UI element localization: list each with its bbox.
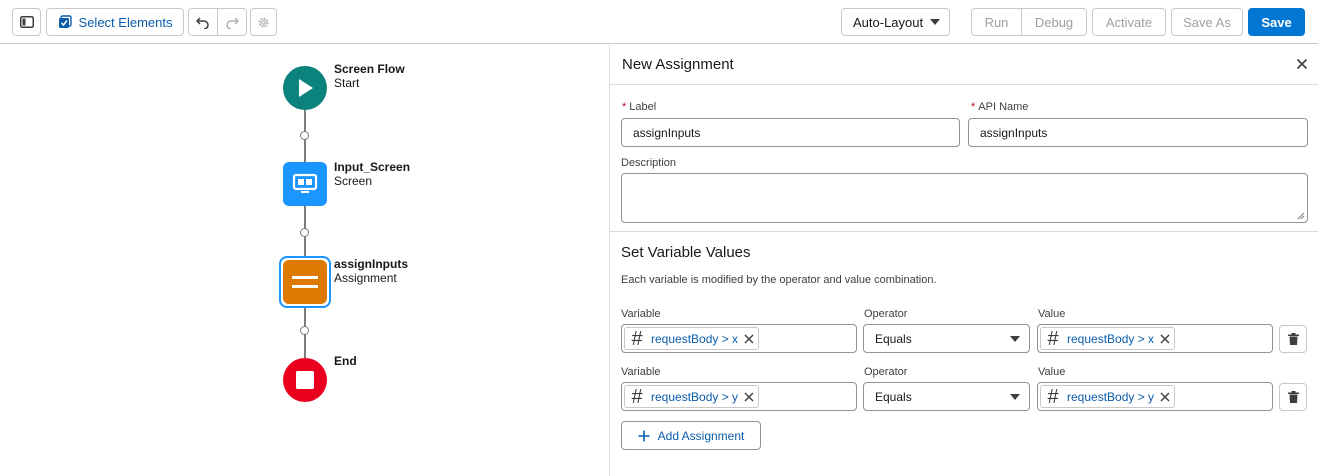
play-icon <box>299 79 313 97</box>
add-element-dot[interactable] <box>300 228 309 237</box>
settings-button[interactable] <box>250 8 277 36</box>
label-field-text: Label <box>629 101 657 113</box>
variable-field[interactable]: # requestBody > y <box>621 382 857 411</box>
node-title: assignInputs <box>334 257 409 271</box>
value-pill[interactable]: # requestBody > x <box>1040 327 1176 350</box>
operator-label: Operator <box>864 366 908 378</box>
value-value: requestBody > y <box>1067 389 1155 404</box>
toggle-panel-button[interactable] <box>12 8 41 36</box>
section-divider <box>610 231 1318 232</box>
add-element-dot[interactable] <box>300 326 309 335</box>
node-subtitle: Screen <box>334 174 373 188</box>
add-assignment-button[interactable]: Add Assignment <box>621 421 761 450</box>
remove-icon[interactable] <box>744 334 754 344</box>
screen-icon <box>292 173 318 193</box>
api-name-field-text: API Name <box>978 101 1029 113</box>
value-label: Value <box>1038 366 1066 378</box>
section-title: Set Variable Values <box>621 244 751 261</box>
node-subtitle: Start <box>334 76 360 90</box>
auto-layout-select[interactable]: Auto-Layout <box>841 8 950 36</box>
number-icon: # <box>631 327 643 350</box>
variable-value: requestBody > y <box>651 389 739 404</box>
label-field-label: * Label <box>622 101 657 113</box>
equals-icon <box>292 276 318 288</box>
chevron-down-icon <box>1010 394 1020 400</box>
value-field[interactable]: # requestBody > x <box>1037 324 1273 353</box>
delete-row-button[interactable] <box>1279 325 1307 353</box>
api-name-field-label: * API Name <box>971 101 1029 113</box>
screen-node[interactable] <box>283 162 327 206</box>
panel-title: New Assignment <box>622 56 734 73</box>
operator-value: Equals <box>875 389 912 404</box>
variable-pill[interactable]: # requestBody > y <box>624 385 760 408</box>
remove-icon[interactable] <box>744 392 754 402</box>
undo-button[interactable] <box>188 8 218 36</box>
auto-layout-label: Auto-Layout <box>853 14 924 30</box>
select-elements-label: Select Elements <box>78 14 173 30</box>
plus-icon <box>638 430 650 441</box>
variable-label: Variable <box>621 366 661 378</box>
chevron-down-icon <box>930 19 940 25</box>
select-elements-button[interactable]: Select Elements <box>46 8 184 36</box>
assignment-node[interactable] <box>279 256 331 308</box>
description-textarea[interactable] <box>621 173 1308 223</box>
remove-icon[interactable] <box>1160 392 1170 402</box>
trash-icon <box>1287 391 1299 403</box>
label-input[interactable]: assignInputs <box>621 118 960 147</box>
select-elements-icon <box>58 15 72 28</box>
screen-node-label: Input_Screen Screen <box>334 160 410 188</box>
variable-label: Variable <box>621 308 661 320</box>
value-label: Value <box>1038 308 1066 320</box>
delete-row-button[interactable] <box>1279 383 1307 411</box>
close-icon[interactable] <box>1294 56 1310 72</box>
run-button[interactable]: Run <box>971 8 1022 36</box>
gear-icon <box>258 17 269 27</box>
operator-label: Operator <box>864 308 908 320</box>
redo-icon <box>226 16 239 29</box>
value-field[interactable]: # requestBody > y <box>1037 382 1273 411</box>
save-button[interactable]: Save <box>1248 8 1305 36</box>
description-field-label: Description <box>621 157 677 169</box>
api-name-input[interactable]: assignInputs <box>968 118 1308 147</box>
undo-icon <box>196 16 209 29</box>
add-assignment-label: Add Assignment <box>657 428 745 443</box>
node-title: End <box>334 354 357 368</box>
resize-handle-icon[interactable] <box>1297 212 1305 220</box>
chevron-down-icon <box>1010 336 1020 342</box>
debug-button[interactable]: Debug <box>1021 8 1087 36</box>
number-icon: # <box>1047 385 1059 408</box>
start-node-label: Screen Flow Start <box>334 62 405 90</box>
add-element-dot[interactable] <box>300 131 309 140</box>
end-node[interactable] <box>283 358 327 402</box>
node-title: Input_Screen <box>334 160 411 174</box>
end-node-label: End <box>334 354 357 368</box>
value-value: requestBody > x <box>1067 331 1155 346</box>
assignment-node-label: assignInputs Assignment <box>334 257 408 285</box>
assignment-node-body <box>283 260 327 304</box>
value-pill[interactable]: # requestBody > y <box>1040 385 1176 408</box>
section-description: Each variable is modified by the operato… <box>621 274 937 286</box>
operator-select[interactable]: Equals <box>863 382 1030 411</box>
operator-value: Equals <box>875 331 912 346</box>
save-as-button[interactable]: Save As <box>1171 8 1243 36</box>
activate-button[interactable]: Activate <box>1092 8 1166 36</box>
variable-field[interactable]: # requestBody > x <box>621 324 857 353</box>
node-subtitle: Assignment <box>334 271 397 285</box>
node-title: Screen Flow <box>334 62 405 76</box>
variable-value: requestBody > x <box>651 331 739 346</box>
number-icon: # <box>631 385 643 408</box>
number-icon: # <box>1047 327 1059 350</box>
remove-icon[interactable] <box>1160 334 1170 344</box>
panel-icon <box>19 16 34 28</box>
panel-header: New Assignment <box>610 45 1318 85</box>
operator-select[interactable]: Equals <box>863 324 1030 353</box>
redo-button[interactable] <box>217 8 247 36</box>
stop-icon <box>296 371 314 389</box>
variable-pill[interactable]: # requestBody > x <box>624 327 760 350</box>
toolbar: Select Elements Auto-Layout Run Debug Ac… <box>0 0 1318 44</box>
start-node[interactable] <box>283 66 327 110</box>
trash-icon <box>1287 333 1299 345</box>
properties-panel: New Assignment * Label assignInputs * API … <box>610 45 1318 476</box>
